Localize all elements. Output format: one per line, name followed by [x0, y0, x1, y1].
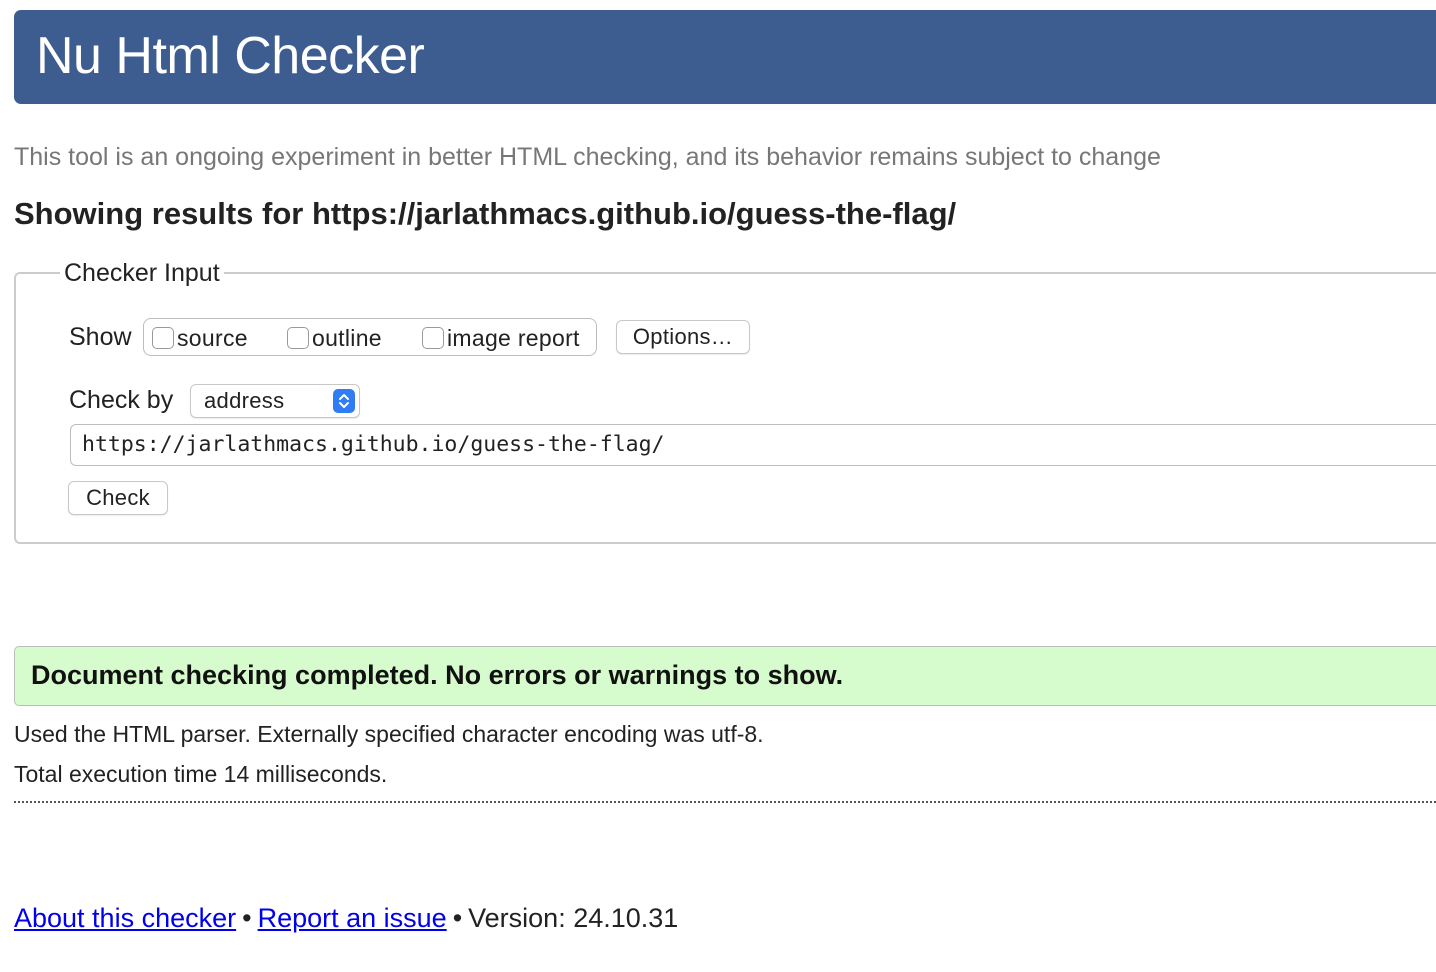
source-checkbox[interactable]	[152, 327, 174, 349]
result-success-box: Document checking completed. No errors o…	[14, 646, 1436, 706]
check-by-label: Check by	[69, 386, 174, 414]
execution-time-info: Total execution time 14 milliseconds.	[14, 761, 388, 787]
result-message: Document checking completed. No errors o…	[31, 660, 844, 690]
show-label: Show	[69, 323, 132, 351]
check-by-selected-value[interactable]: address	[204, 387, 284, 415]
footer-separator: •	[242, 903, 252, 933]
outline-checkbox[interactable]	[287, 327, 309, 349]
url-input[interactable]: https://jarlathmacs.github.io/guess-the-…	[70, 424, 1436, 466]
dotted-divider	[14, 801, 1436, 803]
image-report-checkbox-label[interactable]: image report	[447, 325, 580, 351]
chevron-up-down-icon	[339, 394, 349, 408]
report-issue-link[interactable]: Report an issue	[258, 903, 447, 933]
outline-checkbox-label[interactable]: outline	[312, 325, 382, 351]
footer: About this checker • Report an issue • Versi…	[14, 900, 678, 936]
header-bar: Nu Html Checker	[14, 10, 1436, 104]
footer-separator: •	[452, 903, 463, 933]
show-source-option[interactable]: source	[152, 325, 248, 351]
tagline: This tool is an ongoing experiment in be…	[14, 143, 1161, 171]
version-text: Version: 24.10.31	[468, 903, 679, 933]
results-heading-prefix: Showing results for	[14, 196, 312, 231]
select-arrows-icon[interactable]	[333, 389, 355, 413]
results-heading-url: https://jarlathmacs.github.io/guess-the-…	[311, 196, 957, 231]
options-button[interactable]: Options…	[616, 320, 750, 354]
image-report-checkbox[interactable]	[422, 327, 444, 349]
checker-input-fieldset: Checker Input Show source outline image …	[14, 258, 1436, 544]
page-title: Nu Html Checker	[36, 27, 425, 85]
show-options-group: source outline image report	[143, 318, 597, 356]
checker-input-legend: Checker Input	[60, 258, 224, 288]
show-image-report-option[interactable]: image report	[422, 325, 580, 351]
page: Nu Html Checker This tool is an ongoing …	[0, 0, 1436, 972]
url-input-value[interactable]: https://jarlathmacs.github.io/guess-the-…	[82, 431, 664, 459]
check-by-select[interactable]: address	[190, 384, 360, 418]
check-button[interactable]: Check	[68, 481, 168, 515]
show-outline-option[interactable]: outline	[287, 325, 382, 351]
results-heading: Showing results for https://jarlathmacs.…	[14, 194, 956, 234]
source-checkbox-label[interactable]: source	[177, 325, 248, 351]
parser-info: Used the HTML parser. Externally specifi…	[14, 721, 764, 747]
about-checker-link[interactable]: About this checker	[14, 903, 236, 933]
